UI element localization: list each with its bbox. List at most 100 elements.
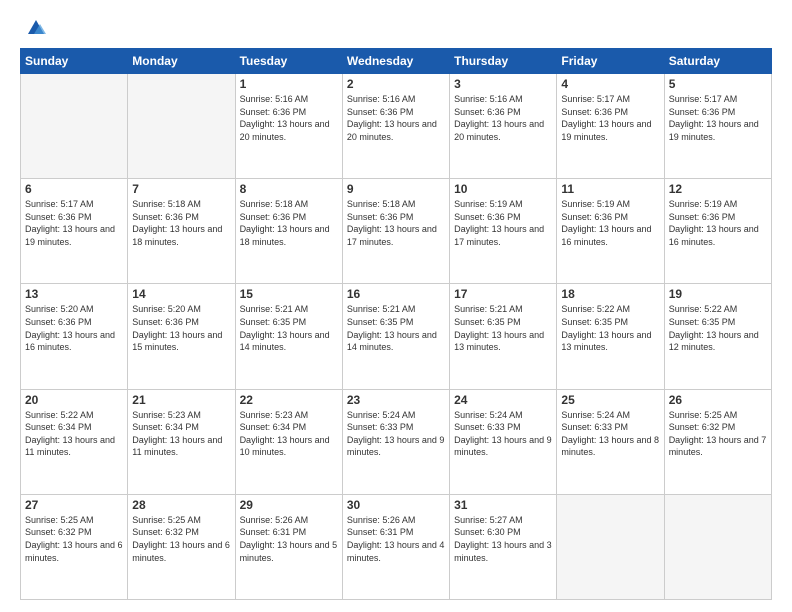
calendar-cell: 1 Sunrise: 5:16 AM Sunset: 6:36 PM Daylig…: [235, 74, 342, 179]
calendar-cell: [664, 494, 771, 599]
day-info: Sunrise: 5:17 AM Sunset: 6:36 PM Dayligh…: [561, 93, 659, 143]
day-number: 12: [669, 182, 767, 196]
day-info: Sunrise: 5:27 AM Sunset: 6:30 PM Dayligh…: [454, 514, 552, 564]
day-number: 30: [347, 498, 445, 512]
day-info: Sunrise: 5:16 AM Sunset: 6:36 PM Dayligh…: [240, 93, 338, 143]
day-info: Sunrise: 5:20 AM Sunset: 6:36 PM Dayligh…: [25, 303, 123, 353]
day-number: 2: [347, 77, 445, 91]
day-number: 24: [454, 393, 552, 407]
day-info: Sunrise: 5:25 AM Sunset: 6:32 PM Dayligh…: [132, 514, 230, 564]
day-info: Sunrise: 5:23 AM Sunset: 6:34 PM Dayligh…: [132, 409, 230, 459]
day-number: 6: [25, 182, 123, 196]
calendar-cell: 4 Sunrise: 5:17 AM Sunset: 6:36 PM Daylig…: [557, 74, 664, 179]
day-info: Sunrise: 5:18 AM Sunset: 6:36 PM Dayligh…: [240, 198, 338, 248]
day-number: 19: [669, 287, 767, 301]
day-number: 5: [669, 77, 767, 91]
day-info: Sunrise: 5:21 AM Sunset: 6:35 PM Dayligh…: [347, 303, 445, 353]
day-number: 3: [454, 77, 552, 91]
calendar-table: SundayMondayTuesdayWednesdayThursdayFrid…: [20, 48, 772, 600]
calendar-cell: 27Sunrise: 5:25 AM Sunset: 6:32 PM Dayli…: [21, 494, 128, 599]
calendar-cell: 26 Sunrise: 5:25 AM Sunset: 6:32 PM Dayli…: [664, 389, 771, 494]
week-row-3: 20 Sunrise: 5:22 AM Sunset: 6:34 PM Dayli…: [21, 389, 772, 494]
calendar-cell: 2 Sunrise: 5:16 AM Sunset: 6:36 PM Daylig…: [342, 74, 449, 179]
calendar-cell: 18 Sunrise: 5:22 AM Sunset: 6:35 PM Dayli…: [557, 284, 664, 389]
calendar-cell: 15Sunrise: 5:21 AM Sunset: 6:35 PM Dayli…: [235, 284, 342, 389]
week-row-4: 27Sunrise: 5:25 AM Sunset: 6:32 PM Dayli…: [21, 494, 772, 599]
weekday-saturday: Saturday: [664, 49, 771, 74]
weekday-friday: Friday: [557, 49, 664, 74]
logo-icon: [24, 16, 48, 40]
weekday-sunday: Sunday: [21, 49, 128, 74]
day-number: 4: [561, 77, 659, 91]
day-info: Sunrise: 5:23 AM Sunset: 6:34 PM Dayligh…: [240, 409, 338, 459]
day-number: 20: [25, 393, 123, 407]
day-info: Sunrise: 5:25 AM Sunset: 6:32 PM Dayligh…: [25, 514, 123, 564]
week-row-0: 1 Sunrise: 5:16 AM Sunset: 6:36 PM Daylig…: [21, 74, 772, 179]
day-info: Sunrise: 5:20 AM Sunset: 6:36 PM Dayligh…: [132, 303, 230, 353]
day-info: Sunrise: 5:22 AM Sunset: 6:34 PM Dayligh…: [25, 409, 123, 459]
day-info: Sunrise: 5:25 AM Sunset: 6:32 PM Dayligh…: [669, 409, 767, 459]
calendar-cell: 23Sunrise: 5:24 AM Sunset: 6:33 PM Dayli…: [342, 389, 449, 494]
calendar-cell: [128, 74, 235, 179]
day-info: Sunrise: 5:26 AM Sunset: 6:31 PM Dayligh…: [347, 514, 445, 564]
calendar-cell: 21Sunrise: 5:23 AM Sunset: 6:34 PM Dayli…: [128, 389, 235, 494]
calendar-cell: 22 Sunrise: 5:23 AM Sunset: 6:34 PM Dayli…: [235, 389, 342, 494]
weekday-tuesday: Tuesday: [235, 49, 342, 74]
day-info: Sunrise: 5:26 AM Sunset: 6:31 PM Dayligh…: [240, 514, 338, 564]
day-number: 16: [347, 287, 445, 301]
day-number: 26: [669, 393, 767, 407]
day-number: 28: [132, 498, 230, 512]
day-number: 18: [561, 287, 659, 301]
day-info: Sunrise: 5:19 AM Sunset: 6:36 PM Dayligh…: [454, 198, 552, 248]
calendar-cell: 17Sunrise: 5:21 AM Sunset: 6:35 PM Dayli…: [450, 284, 557, 389]
day-info: Sunrise: 5:22 AM Sunset: 6:35 PM Dayligh…: [669, 303, 767, 353]
day-number: 13: [25, 287, 123, 301]
day-number: 1: [240, 77, 338, 91]
day-info: Sunrise: 5:18 AM Sunset: 6:36 PM Dayligh…: [132, 198, 230, 248]
calendar-cell: 3 Sunrise: 5:16 AM Sunset: 6:36 PM Daylig…: [450, 74, 557, 179]
calendar-cell: [21, 74, 128, 179]
day-info: Sunrise: 5:24 AM Sunset: 6:33 PM Dayligh…: [561, 409, 659, 459]
logo: [20, 16, 48, 40]
calendar-cell: 7 Sunrise: 5:18 AM Sunset: 6:36 PM Daylig…: [128, 179, 235, 284]
week-row-2: 13 Sunrise: 5:20 AM Sunset: 6:36 PM Dayli…: [21, 284, 772, 389]
calendar-body: 1 Sunrise: 5:16 AM Sunset: 6:36 PM Daylig…: [21, 74, 772, 600]
day-number: 14: [132, 287, 230, 301]
day-info: Sunrise: 5:17 AM Sunset: 6:36 PM Dayligh…: [25, 198, 123, 248]
day-number: 23: [347, 393, 445, 407]
calendar-cell: 5 Sunrise: 5:17 AM Sunset: 6:36 PM Daylig…: [664, 74, 771, 179]
weekday-header: SundayMondayTuesdayWednesdayThursdayFrid…: [21, 49, 772, 74]
calendar-cell: 30 Sunrise: 5:26 AM Sunset: 6:31 PM Dayli…: [342, 494, 449, 599]
calendar-cell: 14 Sunrise: 5:20 AM Sunset: 6:36 PM Dayli…: [128, 284, 235, 389]
calendar-cell: 9Sunrise: 5:18 AM Sunset: 6:36 PM Daylig…: [342, 179, 449, 284]
header: [20, 16, 772, 40]
calendar-cell: 8Sunrise: 5:18 AM Sunset: 6:36 PM Daylig…: [235, 179, 342, 284]
day-number: 22: [240, 393, 338, 407]
calendar-cell: 29Sunrise: 5:26 AM Sunset: 6:31 PM Dayli…: [235, 494, 342, 599]
calendar-cell: 20 Sunrise: 5:22 AM Sunset: 6:34 PM Dayli…: [21, 389, 128, 494]
day-info: Sunrise: 5:17 AM Sunset: 6:36 PM Dayligh…: [669, 93, 767, 143]
page: SundayMondayTuesdayWednesdayThursdayFrid…: [0, 0, 792, 612]
calendar-cell: 12 Sunrise: 5:19 AM Sunset: 6:36 PM Dayli…: [664, 179, 771, 284]
day-number: 10: [454, 182, 552, 196]
day-info: Sunrise: 5:16 AM Sunset: 6:36 PM Dayligh…: [347, 93, 445, 143]
weekday-wednesday: Wednesday: [342, 49, 449, 74]
day-info: Sunrise: 5:21 AM Sunset: 6:35 PM Dayligh…: [240, 303, 338, 353]
day-info: Sunrise: 5:19 AM Sunset: 6:36 PM Dayligh…: [669, 198, 767, 248]
day-number: 31: [454, 498, 552, 512]
day-number: 7: [132, 182, 230, 196]
day-number: 11: [561, 182, 659, 196]
day-info: Sunrise: 5:22 AM Sunset: 6:35 PM Dayligh…: [561, 303, 659, 353]
calendar-cell: [557, 494, 664, 599]
weekday-monday: Monday: [128, 49, 235, 74]
calendar-cell: 13 Sunrise: 5:20 AM Sunset: 6:36 PM Dayli…: [21, 284, 128, 389]
day-info: Sunrise: 5:24 AM Sunset: 6:33 PM Dayligh…: [454, 409, 552, 459]
day-info: Sunrise: 5:16 AM Sunset: 6:36 PM Dayligh…: [454, 93, 552, 143]
day-number: 9: [347, 182, 445, 196]
calendar-cell: 16 Sunrise: 5:21 AM Sunset: 6:35 PM Dayli…: [342, 284, 449, 389]
calendar-cell: 19 Sunrise: 5:22 AM Sunset: 6:35 PM Dayli…: [664, 284, 771, 389]
day-number: 25: [561, 393, 659, 407]
calendar-cell: 6 Sunrise: 5:17 AM Sunset: 6:36 PM Daylig…: [21, 179, 128, 284]
day-info: Sunrise: 5:19 AM Sunset: 6:36 PM Dayligh…: [561, 198, 659, 248]
day-info: Sunrise: 5:21 AM Sunset: 6:35 PM Dayligh…: [454, 303, 552, 353]
